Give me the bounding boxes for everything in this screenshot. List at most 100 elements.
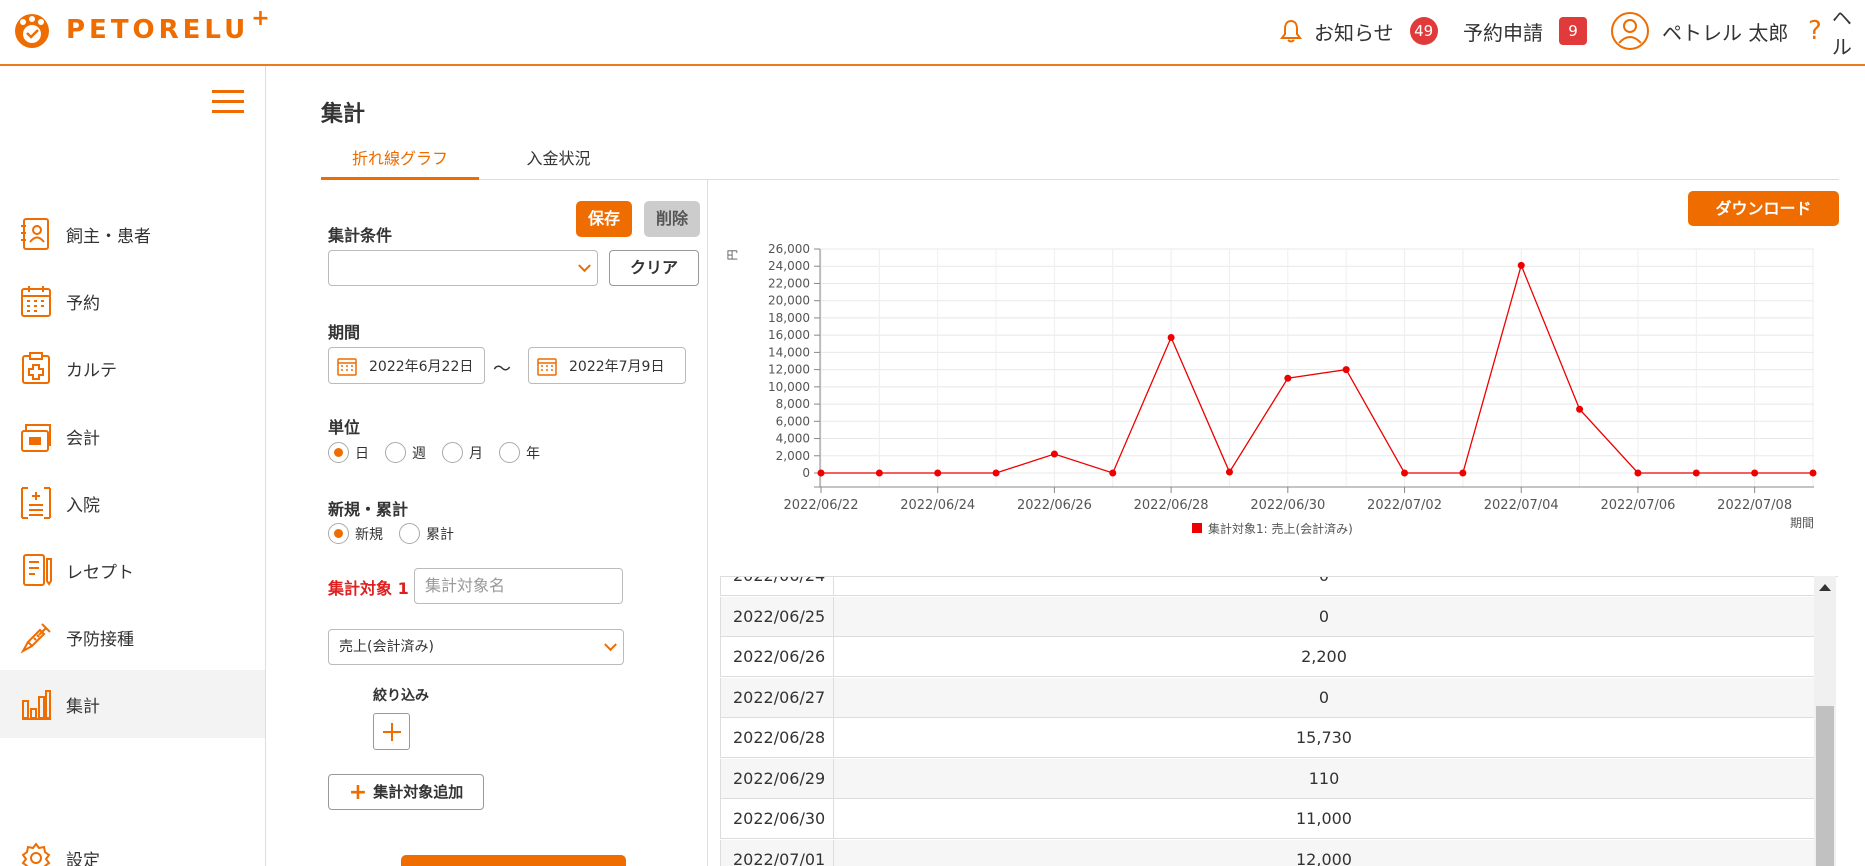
- unit-option-week[interactable]: 週: [385, 442, 426, 463]
- unit-label: 単位: [328, 418, 361, 437]
- data-point: [1050, 450, 1058, 458]
- aggregate-button[interactable]: [401, 855, 626, 866]
- data-point: [934, 469, 942, 477]
- add-target-button[interactable]: + 集計対象追加: [328, 774, 484, 810]
- y-tick-label: 18,000: [768, 311, 810, 325]
- download-button[interactable]: ダウンロード: [1688, 191, 1839, 226]
- sidebar-item-label: 入院: [66, 495, 100, 516]
- help-icon: ?: [1808, 16, 1822, 46]
- app-header: PETORELU + お知らせ 49 予約申請 9 ペトレル 太郎 ? ヘル: [0, 0, 1865, 66]
- save-button[interactable]: 保存: [576, 201, 632, 237]
- y-tick-label: 24,000: [768, 259, 810, 273]
- data-point: [1401, 469, 1409, 477]
- mode-option-cumulative[interactable]: 累計: [399, 523, 454, 544]
- condition-select[interactable]: [328, 250, 598, 286]
- unit-option-month[interactable]: 月: [442, 442, 483, 463]
- sidebar-item-hospitalization[interactable]: 入院: [0, 469, 265, 537]
- table-row: 2022/06/29 110: [720, 758, 1815, 799]
- table-cell-value: 2,200: [834, 637, 1815, 676]
- logo-plus: +: [251, 5, 270, 31]
- radio-selected-icon: [328, 523, 349, 544]
- clear-button[interactable]: クリア: [609, 250, 699, 286]
- scroll-up-arrow-icon[interactable]: [1819, 584, 1831, 591]
- radio-icon: [385, 442, 406, 463]
- sidebar-item-label: 集計: [66, 696, 100, 717]
- paw-logo-icon: [15, 14, 49, 48]
- target-label-text: 集計対象: [328, 579, 393, 598]
- scroll-thumb[interactable]: [1816, 706, 1834, 866]
- page-title: 集計: [321, 102, 366, 127]
- sidebar-item-label: カルテ: [66, 360, 117, 381]
- x-tick-label: 2022/07/02: [1367, 498, 1442, 513]
- data-point: [1634, 469, 1642, 477]
- table-cell-value: 110: [834, 758, 1815, 798]
- unit-option-label: 月: [469, 445, 483, 462]
- x-tick-label: 2022/07/04: [1484, 498, 1559, 513]
- table-row: 2022/07/01 12,000: [720, 839, 1815, 866]
- reservation-requests-count-badge: 9: [1559, 17, 1587, 45]
- y-tick-label: 2,000: [776, 449, 810, 463]
- unit-option-day[interactable]: 日: [328, 442, 369, 463]
- sidebar-item-accounting[interactable]: 会計: [0, 402, 265, 470]
- data-point: [1342, 366, 1350, 374]
- target-label: 集計対象 1: [328, 575, 409, 599]
- help-button[interactable]: ? ヘル: [1808, 6, 1865, 59]
- sidebar-item-settings[interactable]: 設定: [0, 838, 265, 866]
- delete-button[interactable]: 削除: [644, 201, 700, 237]
- mode-option-label: 新規: [355, 526, 383, 543]
- radio-selected-icon: [328, 442, 349, 463]
- notifications-button[interactable]: お知らせ 49: [1280, 14, 1438, 48]
- sidebar-item-owner-patient[interactable]: 飼主・患者: [0, 200, 265, 268]
- target-type-select[interactable]: 売上(会計済み): [328, 629, 624, 665]
- target-type-value: 売上(会計済み): [339, 639, 434, 655]
- data-point: [1284, 374, 1292, 382]
- calendar-icon: [21, 286, 51, 317]
- owner-patient-icon: [21, 218, 49, 250]
- x-tick-label: 2022/06/28: [1134, 498, 1209, 513]
- tab-payment-status[interactable]: 入金状況: [501, 145, 616, 180]
- x-tick-label: 2022/07/06: [1600, 498, 1675, 513]
- date-from-field[interactable]: 2022年6月22日: [328, 347, 485, 384]
- hamburger-menu-icon[interactable]: [212, 90, 244, 114]
- date-to-value: 2022年7月9日: [569, 358, 665, 375]
- table-cell-value: 11,000: [834, 799, 1815, 838]
- sidebar-item-receipt[interactable]: レセプト: [0, 536, 265, 604]
- x-tick-label: 2022/07/08: [1717, 498, 1792, 513]
- plus-icon: +: [348, 780, 368, 805]
- logo[interactable]: PETORELU +: [12, 6, 270, 50]
- table-cell-value: 0: [834, 596, 1815, 636]
- tab-bar: 折れ線グラフ 入金状況: [321, 145, 1839, 180]
- data-point: [1576, 405, 1584, 413]
- table-row: 2022/06/26 2,200: [720, 637, 1815, 677]
- sidebar-item-chart[interactable]: カルテ: [0, 334, 265, 402]
- date-to-field[interactable]: 2022年7月9日: [528, 347, 686, 384]
- sidebar-item-statistics[interactable]: 集計: [0, 670, 265, 738]
- sidebar-item-reservation[interactable]: 予約: [0, 267, 265, 335]
- table-cell-date: 2022/07/01: [720, 839, 834, 866]
- mode-option-new[interactable]: 新規: [328, 523, 383, 544]
- table-scrollbar[interactable]: [1814, 576, 1836, 866]
- chevron-down-icon: [604, 638, 617, 652]
- target-name-input[interactable]: 集計対象名: [414, 568, 623, 604]
- table-row: 2022/06/27 0: [720, 677, 1815, 718]
- data-point: [992, 469, 1000, 477]
- legend-label: 集計対象1: 売上(会計済み): [1208, 521, 1353, 536]
- sidebar-item-vaccination[interactable]: 予防接種: [0, 603, 265, 671]
- add-filter-button[interactable]: [373, 713, 410, 750]
- data-point: [1109, 469, 1117, 477]
- user-menu[interactable]: ペトレル 太郎: [1610, 12, 1788, 50]
- tab-line-graph[interactable]: 折れ線グラフ: [321, 145, 479, 180]
- y-tick-label: 22,000: [768, 276, 810, 290]
- calendar-icon: [537, 357, 557, 376]
- table-row: 2022/06/25 0: [720, 596, 1815, 637]
- data-point: [817, 469, 825, 477]
- radio-icon: [499, 442, 520, 463]
- table-row: 2022/06/30 11,000: [720, 799, 1815, 839]
- reservation-requests-button[interactable]: 予約申請 9: [1463, 14, 1587, 48]
- x-tick-label: 2022/06/24: [900, 498, 975, 513]
- table-cell-value: 0: [834, 577, 1815, 595]
- y-tick-label: 6,000: [776, 414, 810, 428]
- data-point: [1167, 333, 1175, 341]
- notifications-label: お知らせ: [1314, 20, 1394, 45]
- unit-option-year[interactable]: 年: [499, 442, 540, 463]
